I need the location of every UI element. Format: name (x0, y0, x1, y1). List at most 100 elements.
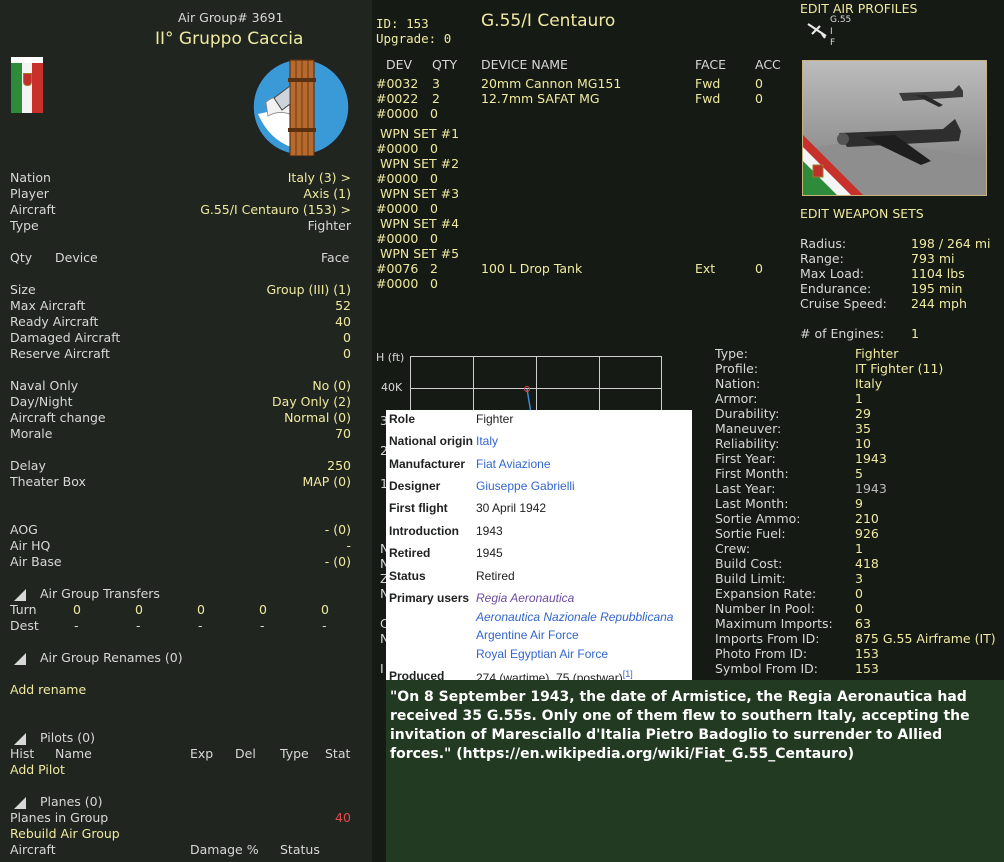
wiki-link[interactable]: Fiat Aviazione (476, 457, 551, 471)
wiki-value: 1943 (476, 524, 503, 538)
aircraft-name: G.55/I Centauro (481, 11, 616, 31)
turn-value[interactable]: 0 (321, 602, 329, 617)
pilots-col-type[interactable]: Type (280, 746, 309, 761)
naval-only-row[interactable]: Naval Only No (0) (10, 378, 351, 394)
wiki-link[interactable]: Regia Aeronautica (476, 591, 574, 605)
turn-value[interactable]: 0 (259, 602, 267, 617)
wiki-label: Manufacturer (389, 457, 466, 471)
wiki-label: First flight (389, 501, 448, 515)
wiki-label: Designer (389, 479, 441, 493)
pilots-col-exp[interactable]: Exp (190, 746, 213, 761)
nation-row[interactable]: Nation Italy (3) > (10, 170, 351, 186)
dest-label: Dest (10, 618, 39, 633)
device-acc: 0 (755, 91, 763, 106)
dest-value[interactable]: - (74, 618, 79, 633)
aircraft-row[interactable]: Aircraft G.55/I Centauro (153) > (10, 202, 351, 218)
wiki-link[interactable]: Giuseppe Gabrielli (476, 479, 575, 493)
weapon-set-title[interactable]: WPN SET #5 (380, 246, 459, 261)
planes-in-group-label: Planes in Group (10, 810, 109, 825)
planes-col-status[interactable]: Status (280, 842, 320, 857)
weapon-set-dev[interactable]: #0000 (376, 141, 418, 156)
pilots-col-del[interactable]: Del (235, 746, 256, 761)
device-header: Device (55, 250, 98, 265)
aog-row[interactable]: AOG - (0) (10, 522, 351, 538)
wiki-value: Retired (476, 569, 515, 583)
theater-box-row[interactable]: Theater Box MAP (0) (10, 474, 351, 490)
weapon-set-dev[interactable]: #0076 (376, 261, 418, 276)
pilots-col-hist[interactable]: Hist (10, 746, 34, 761)
device-dev[interactable]: #0022 (376, 91, 418, 106)
wiki-infobox: Role Fighter National origin Italy Manuf… (386, 410, 692, 686)
air-base-row[interactable]: Air Base - (0) (10, 554, 351, 570)
weapon-set-title[interactable]: WPN SET #3 (380, 186, 459, 201)
weapon-set-qty: 0 (430, 171, 438, 186)
size-row[interactable]: Size Group (III) (1) (10, 282, 351, 298)
collapse-triangle-icon[interactable] (14, 796, 26, 811)
transfers-title: Air Group Transfers (40, 586, 160, 601)
weapon-set-title[interactable]: WPN SET #1 (380, 126, 459, 141)
weapon-set-face: Ext (695, 261, 716, 276)
weapon-set-qty: 0 (430, 231, 438, 246)
weapon-set-qty: 2 (430, 261, 438, 276)
wiki-link[interactable]: Aeronautica Nazionale Repubblicana (476, 610, 673, 624)
wiki-reference[interactable]: [1] (623, 669, 633, 679)
max-aircraft-row: Max Aircraft 52 (10, 298, 351, 313)
device-dev[interactable]: #0000 (376, 106, 418, 121)
profile-mini-label: I (830, 27, 833, 37)
dest-value[interactable]: - (198, 618, 203, 633)
dest-value[interactable]: - (322, 618, 327, 633)
wiki-link[interactable]: Royal Egyptian Air Force (476, 647, 608, 661)
aircraft-upgrade: Upgrade: 0 (376, 31, 452, 46)
turn-value[interactable]: 0 (135, 602, 143, 617)
add-pilot-link[interactable]: Add Pilot (10, 762, 65, 777)
reserve-aircraft-row: Reserve Aircraft 0 (10, 346, 351, 361)
plane-silhouette-icon (806, 22, 828, 43)
delay-row[interactable]: Delay 250 (10, 458, 351, 474)
weapon-set-dev[interactable]: #0000 (376, 201, 418, 216)
pilots-col-name[interactable]: Name (55, 746, 92, 761)
edit-weapon-sets-link[interactable]: EDIT WEAPON SETS (800, 206, 924, 221)
weapon-set-qty: 0 (430, 276, 438, 291)
rebuild-air-group-link[interactable]: Rebuild Air Group (10, 826, 120, 841)
collapse-triangle-icon[interactable] (14, 732, 26, 747)
aircraft-change-row[interactable]: Aircraft change Normal (0) (10, 410, 351, 426)
pilots-col-stat[interactable]: Stat (325, 746, 350, 761)
device-dev[interactable]: #0032 (376, 76, 418, 91)
weapon-set-dev[interactable]: #0000 (376, 276, 418, 291)
weapon-set-title[interactable]: WPN SET #2 (380, 156, 459, 171)
altitude-graph (410, 356, 662, 413)
wiki-link[interactable]: Italy (476, 434, 498, 448)
planes-col-damage[interactable]: Damage % (190, 842, 259, 857)
planes-col-aircraft[interactable]: Aircraft (10, 842, 56, 857)
dest-value[interactable]: - (260, 618, 265, 633)
collapse-triangle-icon[interactable] (14, 652, 26, 667)
weapon-set-qty: 0 (430, 141, 438, 156)
aircraft-photo[interactable] (802, 60, 987, 196)
wiki-label: Primary users (389, 591, 470, 605)
device-face: Fwd (695, 91, 721, 106)
day-night-row[interactable]: Day/Night Day Only (2) (10, 394, 351, 410)
add-rename-link[interactable]: Add rename (10, 682, 86, 697)
quote-box: "On 8 September 1943, the date of Armist… (386, 680, 1004, 862)
turn-value[interactable]: 0 (73, 602, 81, 617)
device-name: 20mm Cannon MG151 (481, 76, 622, 91)
ready-aircraft-row: Ready Aircraft 40 (10, 314, 351, 329)
collapse-triangle-icon[interactable] (14, 588, 26, 603)
turn-value[interactable]: 0 (197, 602, 205, 617)
wiki-link[interactable]: Argentine Air Force (476, 628, 579, 642)
face-header: Face (321, 250, 350, 265)
weapon-set-title[interactable]: WPN SET #4 (380, 216, 459, 231)
device-face: Fwd (695, 76, 721, 91)
weapon-set-dev[interactable]: #0000 (376, 231, 418, 246)
device-qty: 3 (432, 76, 440, 91)
type-row: Type Fighter (10, 218, 351, 233)
device-qty: 2 (432, 91, 440, 106)
air-hq-row[interactable]: Air HQ - (10, 538, 351, 554)
col-dev: DEV (386, 57, 413, 72)
edit-air-profiles-link[interactable]: EDIT AIR PROFILES (800, 1, 917, 16)
wiki-label: National origin (389, 434, 473, 448)
dest-value[interactable]: - (136, 618, 141, 633)
weapon-set-dev[interactable]: #0000 (376, 171, 418, 186)
graph-tick: 40K (381, 381, 403, 394)
morale-row[interactable]: Morale 70 (10, 426, 351, 442)
